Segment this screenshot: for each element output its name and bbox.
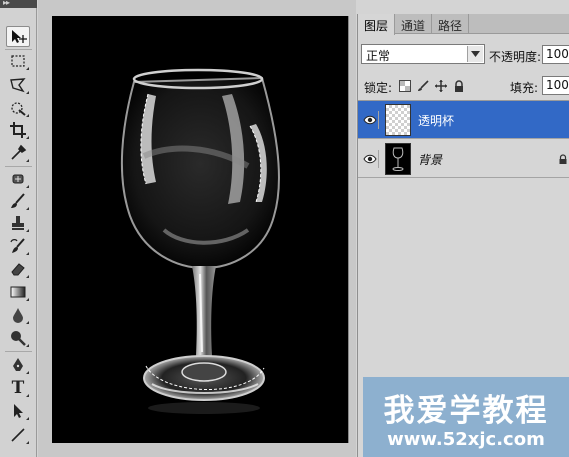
eye-visibility-icon[interactable] (361, 150, 379, 168)
brush-tool[interactable] (6, 190, 30, 211)
type-tool[interactable]: T (6, 377, 30, 398)
opacity-field[interactable]: 100% (542, 45, 569, 64)
history-brush-tool[interactable] (6, 235, 30, 256)
layer-row-background[interactable]: 背景 (358, 140, 569, 178)
blend-mode-value: 正常 (366, 49, 391, 63)
chevron-down-icon (467, 46, 483, 62)
pen-icon (13, 357, 23, 371)
lock-pixels-icon[interactable] (416, 79, 430, 93)
layer-thumbnail (385, 143, 411, 175)
tab-layers[interactable]: 图层 (358, 14, 396, 35)
lock-label: 锁定: (364, 81, 393, 95)
fill-field[interactable]: 100% (542, 76, 569, 95)
healing-tool[interactable] (6, 168, 30, 189)
line-icon (11, 427, 25, 442)
tools-panel: ▸▸ T (0, 0, 37, 457)
lock-icon (558, 153, 568, 164)
polygonal-lasso-icon (10, 77, 26, 92)
panel-tabs: 图层 通道 路径 (358, 14, 569, 35)
watermark-title: 我爱学教程 (383, 393, 549, 429)
blend-row: 正常 不透明度: 100% (358, 34, 569, 66)
eraser-tool[interactable] (6, 258, 30, 279)
clone-stamp-icon (12, 215, 24, 230)
type-icon: T (11, 377, 25, 398)
eyedropper-tool[interactable] (6, 142, 30, 163)
brush-icon (11, 192, 25, 208)
eyedropper-icon (11, 144, 27, 160)
document-workspace (38, 0, 356, 457)
wine-glass-image (120, 68, 280, 414)
marquee-tool[interactable] (6, 50, 30, 71)
lock-all-icon[interactable] (452, 79, 466, 93)
crop-tool[interactable] (6, 119, 30, 140)
tab-paths[interactable]: 路径 (432, 14, 470, 34)
eraser-icon (11, 262, 25, 275)
watermark-url: www.52xjc.com (387, 429, 545, 450)
crop-icon (10, 121, 26, 138)
pen-tool[interactable] (6, 354, 30, 375)
lock-position-icon[interactable] (434, 79, 448, 93)
layer-row-transparent-cup[interactable]: 透明杯 (358, 101, 569, 139)
site-watermark: 我爱学教程 www.52xjc.com (363, 377, 569, 457)
blur-tool[interactable] (6, 304, 30, 325)
opacity-label: 不透明度: (489, 50, 542, 64)
quick-select-tool[interactable] (6, 97, 30, 118)
fill-label: 填充: (510, 81, 539, 95)
dodge-tool[interactable] (6, 327, 30, 348)
rectangular-marquee-icon (11, 54, 25, 67)
line-tool[interactable] (6, 424, 30, 445)
document-canvas[interactable] (52, 16, 349, 443)
dodge-icon (11, 330, 26, 346)
gradient-icon (10, 286, 26, 297)
layer-thumbnail (385, 104, 411, 136)
path-select-tool[interactable] (6, 400, 30, 421)
quick-select-icon (11, 101, 26, 116)
layer-name: 透明杯 (418, 114, 455, 128)
blur-drop-icon (13, 307, 23, 323)
lasso-tool[interactable] (6, 74, 30, 95)
gradient-tool[interactable] (6, 281, 30, 302)
tab-channels[interactable]: 通道 (395, 14, 433, 34)
stamp-tool[interactable] (6, 212, 30, 233)
collapse-arrows-icon: ▸▸ (3, 0, 10, 7)
eye-visibility-icon[interactable] (361, 111, 379, 129)
layer-name: 背景 (418, 153, 443, 167)
lock-row: 锁定: 填充: 100% (358, 70, 569, 100)
lock-transparency-icon[interactable] (398, 79, 412, 93)
history-brush-icon (10, 237, 25, 253)
move-icon (12, 29, 27, 43)
path-selection-icon (14, 403, 23, 418)
blend-mode-select[interactable]: 正常 (361, 44, 485, 64)
spot-healing-icon (12, 174, 24, 183)
move-tool[interactable] (6, 26, 30, 47)
toolbar-grip[interactable]: ▸▸ (0, 0, 37, 8)
